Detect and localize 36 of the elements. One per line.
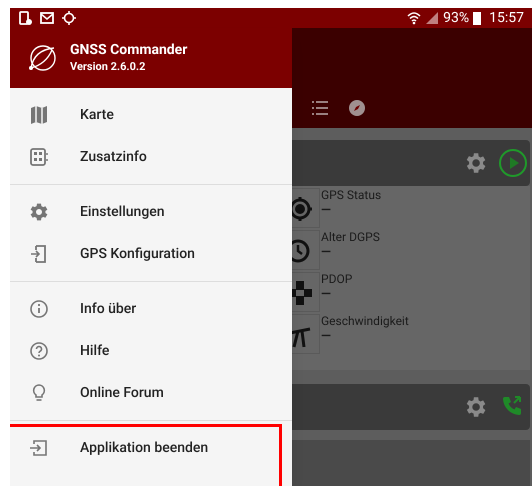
help-icon — [28, 340, 50, 362]
field-value: — — [321, 329, 332, 346]
field-value: — — [321, 203, 332, 220]
map-icon — [28, 104, 50, 126]
menu-item[interactable]: Online Forum — [10, 372, 292, 414]
menu-item[interactable]: Zusatzinfo — [10, 136, 292, 178]
exit-icon — [28, 437, 50, 459]
menu-item[interactable]: Applikation beenden — [10, 427, 292, 469]
play-icon[interactable] — [498, 148, 528, 178]
field-label: Alter DGPS — [321, 230, 380, 245]
clock: 15:57 — [489, 8, 524, 28]
battery-percentage: 93% — [443, 8, 470, 28]
info-icon — [28, 298, 50, 320]
mail-icon — [40, 12, 54, 24]
battery-icon — [473, 11, 482, 25]
field-label: GPS Status — [321, 188, 382, 203]
signal-icon — [425, 11, 440, 25]
menu-item[interactable]: Einstellungen — [10, 191, 292, 233]
field-label: PDOP — [321, 272, 352, 287]
field-value: — — [321, 287, 332, 304]
field-label: Geschwindigkeit — [321, 314, 409, 329]
menu-item[interactable]: Hilfe — [10, 330, 292, 372]
menu-item[interactable]: GPS Konfiguration — [10, 233, 292, 275]
phone-call-icon[interactable] — [500, 394, 524, 418]
settings-icon — [28, 201, 50, 223]
menu-item[interactable]: Info über — [10, 288, 292, 330]
wifi-icon — [407, 11, 422, 25]
app-version: Version 2.6.0.2 — [70, 60, 146, 74]
phone-icon — [18, 11, 32, 25]
menu-item[interactable]: Karte — [10, 94, 292, 136]
compass-icon[interactable] — [348, 99, 366, 117]
location-icon — [62, 11, 76, 25]
list-icon[interactable] — [312, 101, 328, 115]
app-title: GNSS Commander — [70, 42, 188, 60]
field-value: — — [321, 245, 332, 262]
dashboard-icon — [28, 146, 50, 168]
